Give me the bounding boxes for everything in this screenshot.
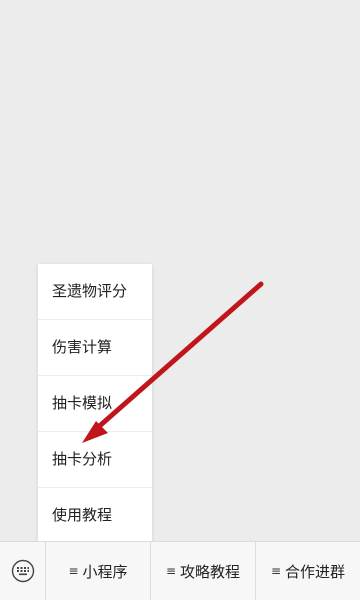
bottom-menu-label: 攻略教程 <box>180 562 241 581</box>
hamburger-icon: ≡ <box>270 564 282 578</box>
menu-item-tutorial[interactable]: 使用教程 <box>38 488 152 543</box>
hamburger-icon: ≡ <box>68 564 79 578</box>
menu-item-artifact-rating[interactable]: 圣遗物评分 <box>38 264 152 320</box>
keyboard-icon <box>11 559 34 583</box>
bottom-menu-join-group[interactable]: ≡ 合作进群 <box>256 542 360 600</box>
bottom-menu-guides[interactable]: ≡ 攻略教程 <box>151 542 256 600</box>
menu-item-gacha-sim[interactable]: 抽卡模拟 <box>38 376 152 432</box>
bottom-menu-label: 合作进群 <box>285 562 346 581</box>
hamburger-icon: ≡ <box>165 564 177 578</box>
bottom-menu-bar: ≡ 小程序 ≡ 攻略教程 ≡ 合作进群 <box>0 541 360 600</box>
keyboard-toggle-button[interactable] <box>0 542 46 600</box>
menu-item-damage-calc[interactable]: 伤害计算 <box>38 320 152 376</box>
popup-menu: 圣遗物评分 伤害计算 抽卡模拟 抽卡分析 使用教程 <box>38 264 152 543</box>
bottom-menu-mini-program[interactable]: ≡ 小程序 <box>46 542 151 600</box>
menu-item-gacha-analysis[interactable]: 抽卡分析 <box>38 432 152 488</box>
bottom-menu-label: 小程序 <box>82 562 128 581</box>
